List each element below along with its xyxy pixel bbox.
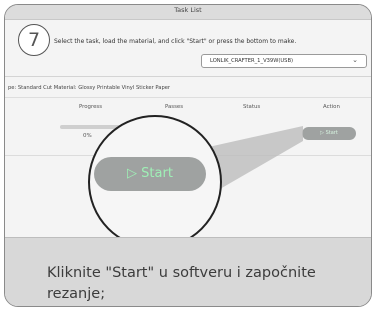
caption-text: Kliknite "Start" u softveru i započnite … <box>47 265 316 302</box>
instruction-card: Task List 7 Select the task, load the ma… <box>4 4 372 307</box>
start-button-zoomed[interactable]: ▷ Start <box>94 157 206 191</box>
zoom-magnifier: ▷ Start <box>88 115 222 249</box>
